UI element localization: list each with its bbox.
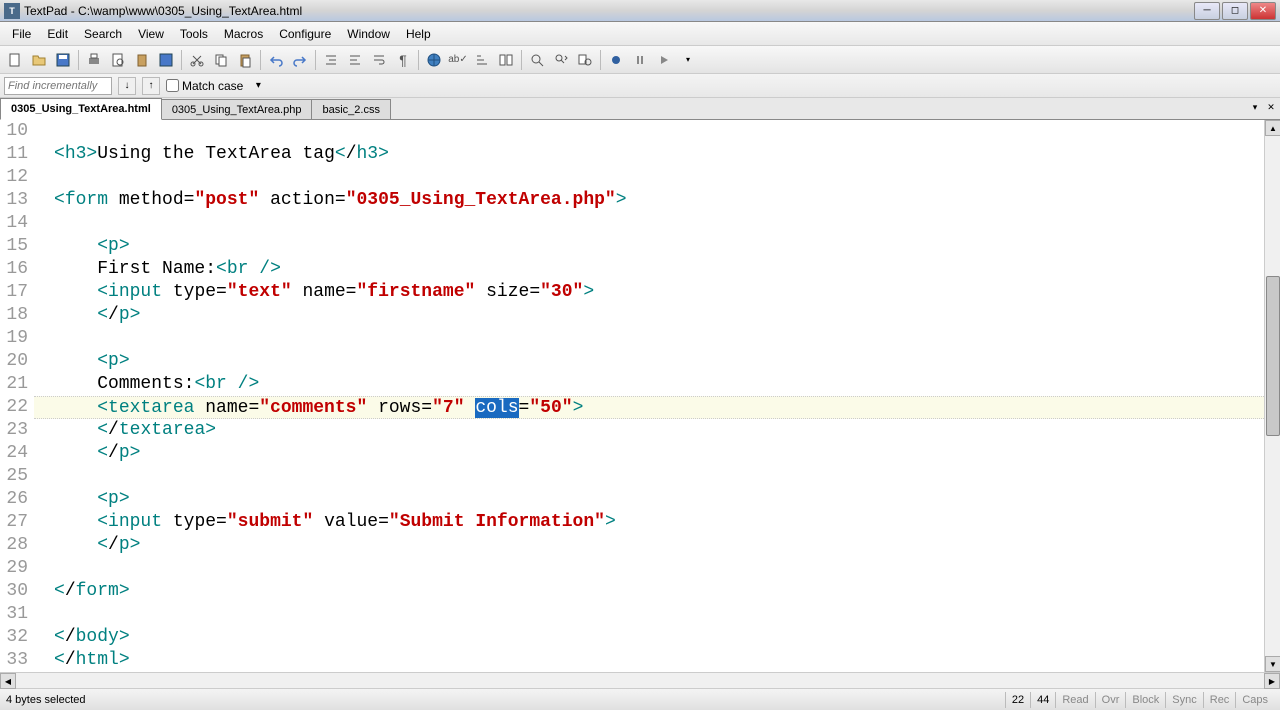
- dropdown-icon[interactable]: ▾: [677, 49, 699, 71]
- indent-icon[interactable]: [320, 49, 342, 71]
- menu-view[interactable]: View: [130, 25, 172, 43]
- find-next-icon[interactable]: ↓: [118, 77, 136, 95]
- tab-file-html[interactable]: 0305_Using_TextArea.html: [0, 98, 162, 120]
- status-caps: Caps: [1235, 692, 1274, 708]
- replace-icon[interactable]: [550, 49, 572, 71]
- status-line: 22: [1005, 692, 1030, 708]
- editor: 1011121314151617181920212223242526272829…: [0, 120, 1280, 672]
- toolbar-separator: [418, 50, 419, 70]
- line-gutter: 1011121314151617181920212223242526272829…: [0, 120, 34, 672]
- menu-file[interactable]: File: [4, 25, 39, 43]
- paste-icon[interactable]: [234, 49, 256, 71]
- pilcrow-icon[interactable]: ¶: [392, 49, 414, 71]
- compare-icon[interactable]: [495, 49, 517, 71]
- vertical-scrollbar[interactable]: ▲ ▼: [1264, 120, 1280, 672]
- toolbar-separator: [521, 50, 522, 70]
- clipboard-icon[interactable]: [131, 49, 153, 71]
- undo-icon[interactable]: [265, 49, 287, 71]
- menu-edit[interactable]: Edit: [39, 25, 76, 43]
- tab-close-icon[interactable]: ✕: [1264, 100, 1278, 114]
- save-all-icon[interactable]: [155, 49, 177, 71]
- findinfiles-icon[interactable]: [574, 49, 596, 71]
- print-preview-icon[interactable]: [107, 49, 129, 71]
- status-rec: Rec: [1203, 692, 1236, 708]
- scroll-down-icon[interactable]: ▼: [1265, 656, 1280, 672]
- wordwrap-icon[interactable]: [368, 49, 390, 71]
- outdent-icon[interactable]: [344, 49, 366, 71]
- redo-icon[interactable]: [289, 49, 311, 71]
- status-sync: Sync: [1165, 692, 1202, 708]
- minimize-button[interactable]: ─: [1194, 2, 1220, 20]
- spellcheck-icon[interactable]: ab✓: [447, 49, 469, 71]
- status-read: Read: [1055, 692, 1094, 708]
- browser-icon[interactable]: [423, 49, 445, 71]
- horizontal-scrollbar[interactable]: ◀ ▶: [0, 672, 1280, 688]
- hscroll-track[interactable]: [16, 673, 1264, 688]
- tab-menu-icon[interactable]: ▾: [1248, 100, 1262, 114]
- menu-configure[interactable]: Configure: [271, 25, 339, 43]
- tab-file-css[interactable]: basic_2.css: [311, 99, 390, 119]
- menubar: File Edit Search View Tools Macros Confi…: [0, 22, 1280, 46]
- find-icon[interactable]: [526, 49, 548, 71]
- menu-help[interactable]: Help: [398, 25, 439, 43]
- match-case-label: Match case: [182, 79, 243, 93]
- new-file-icon[interactable]: [4, 49, 26, 71]
- menu-window[interactable]: Window: [339, 25, 398, 43]
- tab-file-php[interactable]: 0305_Using_TextArea.php: [161, 99, 313, 119]
- open-file-icon[interactable]: [28, 49, 50, 71]
- toolbar-separator: [78, 50, 79, 70]
- scroll-thumb[interactable]: [1266, 276, 1280, 436]
- save-icon[interactable]: [52, 49, 74, 71]
- toolbar-separator: [315, 50, 316, 70]
- maximize-button[interactable]: ◻: [1222, 2, 1248, 20]
- find-options-icon[interactable]: ▾: [249, 77, 267, 95]
- toolbar-separator: [181, 50, 182, 70]
- match-case-checkbox[interactable]: Match case: [166, 79, 243, 93]
- scroll-left-icon[interactable]: ◀: [0, 673, 16, 689]
- pause-macro-icon[interactable]: [629, 49, 651, 71]
- find-prev-icon[interactable]: ↑: [142, 77, 160, 95]
- record-macro-icon[interactable]: [605, 49, 627, 71]
- cut-icon[interactable]: [186, 49, 208, 71]
- menu-macros[interactable]: Macros: [216, 25, 271, 43]
- find-input[interactable]: [4, 77, 112, 95]
- menu-search[interactable]: Search: [76, 25, 130, 43]
- code-area[interactable]: <h3>Using the TextArea tag</h3><form met…: [34, 120, 1264, 672]
- toolbar-separator: [600, 50, 601, 70]
- copy-icon[interactable]: [210, 49, 232, 71]
- scroll-up-icon[interactable]: ▲: [1265, 120, 1280, 136]
- status-selection: 4 bytes selected: [6, 694, 1005, 706]
- print-icon[interactable]: [83, 49, 105, 71]
- close-button[interactable]: ✕: [1250, 2, 1276, 20]
- status-col: 44: [1030, 692, 1055, 708]
- window-title: TextPad - C:\wamp\www\0305_Using_TextAre…: [24, 4, 1194, 18]
- titlebar[interactable]: T TextPad - C:\wamp\www\0305_Using_TextA…: [0, 0, 1280, 22]
- tabbar: 0305_Using_TextArea.html 0305_Using_Text…: [0, 98, 1280, 120]
- toolbar-separator: [260, 50, 261, 70]
- menu-tools[interactable]: Tools: [172, 25, 216, 43]
- toolbar: ¶ ab✓ ▾: [0, 46, 1280, 74]
- app-icon: T: [4, 3, 20, 19]
- statusbar: 4 bytes selected 22 44 Read Ovr Block Sy…: [0, 688, 1280, 710]
- status-block: Block: [1125, 692, 1165, 708]
- match-case-input[interactable]: [166, 79, 179, 92]
- sortlines-icon[interactable]: [471, 49, 493, 71]
- scroll-right-icon[interactable]: ▶: [1264, 673, 1280, 689]
- play-macro-icon[interactable]: [653, 49, 675, 71]
- window-controls: ─ ◻ ✕: [1194, 2, 1276, 20]
- findbar: ↓ ↑ Match case ▾: [0, 74, 1280, 98]
- status-ovr: Ovr: [1095, 692, 1126, 708]
